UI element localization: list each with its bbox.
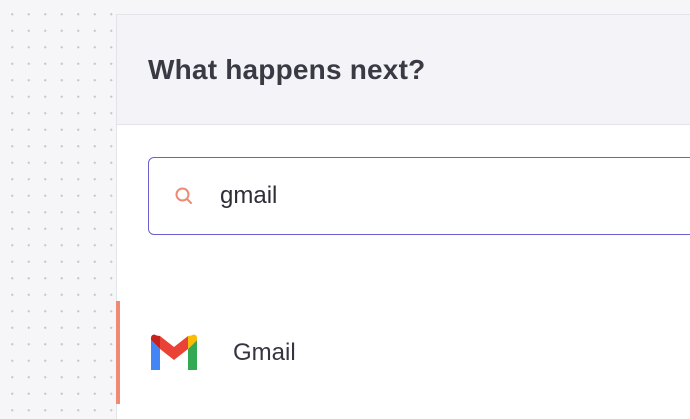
action-picker-panel: What happens next? Gmail xyxy=(116,14,690,419)
result-item-gmail[interactable]: Gmail xyxy=(116,301,690,404)
gmail-icon xyxy=(147,332,201,374)
result-label: Gmail xyxy=(233,338,296,366)
panel-title: What happens next? xyxy=(148,53,426,85)
search-icon xyxy=(174,186,194,206)
selected-indicator xyxy=(116,301,120,404)
search-box[interactable] xyxy=(148,157,690,235)
panel-header: What happens next? xyxy=(117,15,690,125)
search-input[interactable] xyxy=(220,182,620,210)
workflow-canvas[interactable] xyxy=(0,0,116,419)
